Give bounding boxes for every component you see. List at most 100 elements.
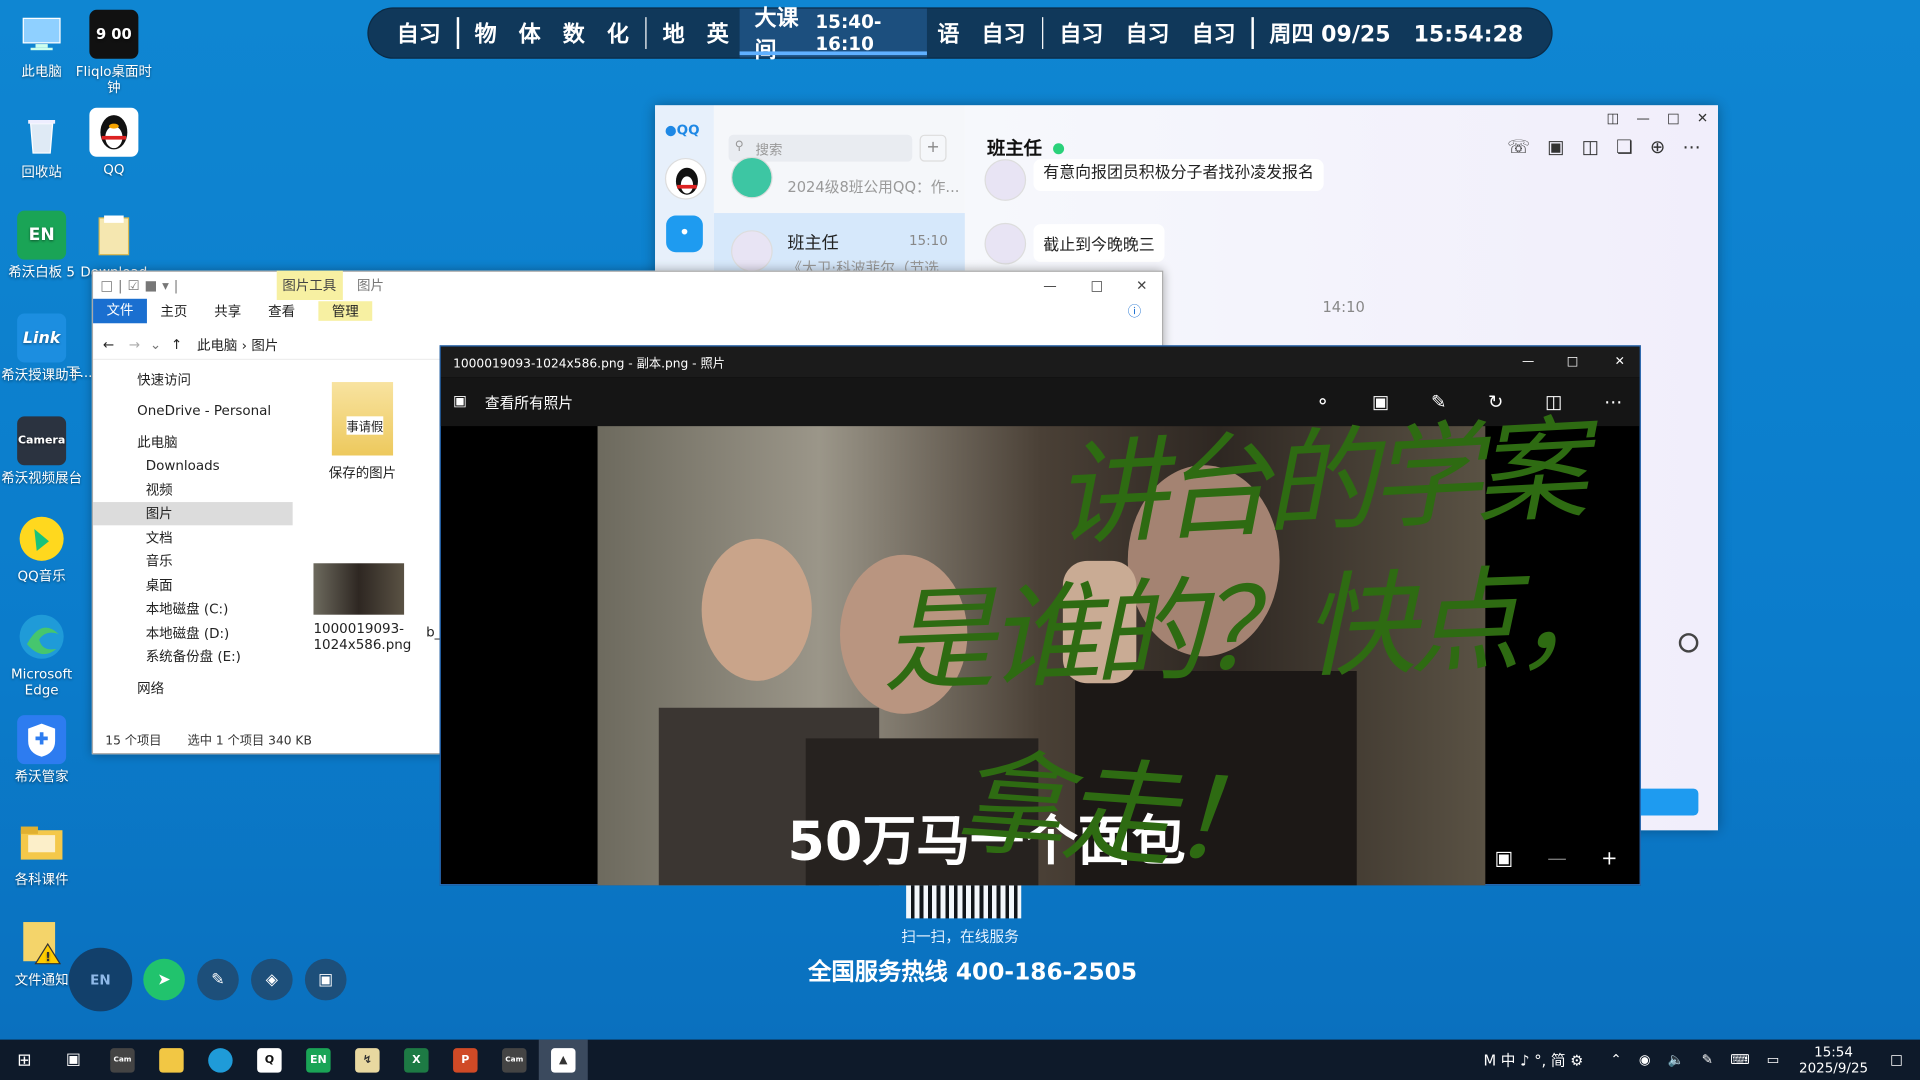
taskbar: ⊞ ▣ Cam Q EN ↯ X P Cam ▲ M 中 ♪ °, 简 ⚙ ⌃ … <box>0 1039 1920 1080</box>
history-clock-icon[interactable] <box>1678 633 1699 653</box>
close-icon[interactable]: ✕ <box>1615 355 1625 368</box>
start-button[interactable]: ⊞ <box>0 1040 49 1080</box>
taskbar-app-excel[interactable]: X <box>392 1040 441 1080</box>
photos-window[interactable]: 1000019093-1024x586.png - 副本.png - 照片 — … <box>439 345 1641 886</box>
picture-tools-tab[interactable]: 图片工具 <box>276 270 343 301</box>
forward-arrow-icon[interactable]: → <box>129 337 140 353</box>
screen-share-icon[interactable]: ◫ <box>1582 136 1599 158</box>
close-icon[interactable]: ✕ <box>1697 110 1708 126</box>
nav-item-quick-access[interactable]: 快速访问 <box>93 367 293 391</box>
maximize-icon[interactable]: □ <box>1667 110 1680 126</box>
more-icon[interactable]: ⋯ <box>1682 136 1700 158</box>
task-view-button[interactable]: ▣ <box>49 1040 98 1080</box>
file-item-image[interactable]: 1000019093-1024x586.png <box>313 563 411 653</box>
keyboard-icon[interactable]: ⌨ <box>1730 1052 1749 1068</box>
nav-item-pictures[interactable]: 图片 <box>93 501 293 526</box>
rotate-icon[interactable]: ↻ <box>1488 391 1503 413</box>
up-arrow-icon[interactable]: ↑ <box>171 337 182 353</box>
nav-item-network[interactable]: 网络 <box>93 676 293 700</box>
desktop-icon-fliqlo[interactable]: 9 00 Fliqlo桌面时钟 <box>72 9 155 96</box>
desktop-icon-recycle-bin[interactable]: 回收站 <box>0 110 83 180</box>
eraser-tool-button[interactable]: ◈ <box>251 958 293 1001</box>
send-button[interactable] <box>1634 788 1699 816</box>
screenshot-icon: ▣ <box>318 970 334 989</box>
share-icon[interactable]: ⚬ <box>1315 391 1330 413</box>
nav-item-drive-d[interactable]: 本地磁盘 (D:) <box>93 621 293 645</box>
list-item[interactable]: 班主任 15:10 《大卫·科波菲尔（节选... <box>713 213 965 277</box>
close-icon[interactable]: ✕ <box>1136 277 1147 293</box>
display-icon[interactable]: ▭ <box>1767 1052 1780 1068</box>
maximize-icon[interactable]: □ <box>1091 277 1104 293</box>
explorer-titlebar: □|☑■▾| 图片工具 图片 — □ ✕ <box>93 270 1162 301</box>
see-all-photos-button[interactable]: 查看所有照片 <box>485 392 573 413</box>
screenshot-tool-button[interactable]: ▣ <box>304 958 347 1001</box>
desktop-icon-seewo-camera[interactable]: Camera 希沃视频展台 <box>0 416 83 486</box>
video-call-icon[interactable]: ▣ <box>1547 136 1564 158</box>
edit-pencil-icon[interactable]: ✎ <box>1431 391 1446 413</box>
nav-item-drive-e[interactable]: 系统备份盘 (E:) <box>93 645 293 669</box>
tab-home[interactable]: 主页 <box>147 301 201 321</box>
zoom-in-icon[interactable]: + <box>1601 846 1617 869</box>
qq-user-avatar[interactable] <box>664 157 707 200</box>
taskbar-app-seewo-whiteboard[interactable]: EN <box>294 1040 343 1080</box>
volume-icon[interactable]: 🔈 <box>1668 1052 1685 1068</box>
zoom-out-icon[interactable]: — <box>1547 846 1567 869</box>
taskbar-app-powerpoint[interactable]: P <box>441 1040 490 1080</box>
desktop-icon-qq[interactable]: QQ <box>72 107 155 178</box>
chevron-up-icon[interactable]: ⌃ <box>1610 1052 1621 1068</box>
chevron-down-icon[interactable]: ⌄ <box>150 337 161 353</box>
nav-item-documents[interactable]: 文档 <box>93 525 293 549</box>
desktop-icon-qq-music[interactable]: QQ音乐 <box>0 514 83 584</box>
minimize-icon[interactable]: — <box>1043 277 1056 293</box>
nav-item-onedrive[interactable]: OneDrive - Personal <box>93 399 293 423</box>
add-member-icon[interactable]: ⊕ <box>1650 136 1665 158</box>
qq-messages-tab-icon[interactable]: • <box>666 215 703 253</box>
desktop-icon-this-pc[interactable]: 此电脑 <box>0 10 83 80</box>
pointer-tool-button[interactable]: ➤ <box>143 958 185 1001</box>
minimize-icon[interactable]: — <box>1522 355 1534 368</box>
nav-item-desktop[interactable]: 桌面 <box>93 573 293 597</box>
nav-item-drive-c[interactable]: 本地磁盘 (C:) <box>93 597 293 621</box>
desktop-icon-edge[interactable]: Microsoft Edge <box>0 612 83 698</box>
nav-item-videos[interactable]: 视频 <box>93 478 293 502</box>
taskbar-app-camera-2[interactable]: Cam <box>490 1040 539 1080</box>
tab-file[interactable]: 文件 <box>93 298 147 324</box>
taskbar-app-camera[interactable]: Cam <box>98 1040 147 1080</box>
desktop-icon-seewo-whiteboard[interactable]: EN 希沃白板 5 <box>0 210 83 281</box>
sidebar-toggle-icon[interactable]: ◫ <box>1607 110 1620 126</box>
minimize-icon[interactable]: — <box>1636 110 1649 126</box>
security-shield-icon[interactable]: ◉ <box>1639 1052 1651 1068</box>
delete-icon[interactable]: ◫ <box>1545 391 1562 413</box>
fit-icon[interactable]: ▣ <box>1494 846 1513 869</box>
nav-item-music[interactable]: 音乐 <box>93 549 293 573</box>
desktop-icon-courseware[interactable]: 各科课件 <box>0 818 83 888</box>
qq-add-button[interactable]: + <box>919 134 947 162</box>
more-icon[interactable]: ⋯ <box>1604 391 1622 413</box>
maximize-icon[interactable]: □ <box>1567 355 1579 368</box>
help-icon[interactable]: ⓘ <box>1114 301 1154 321</box>
nav-item-downloads[interactable]: Downloads <box>93 454 293 478</box>
list-item[interactable]: 2024级8班公用QQ：作... <box>714 156 965 214</box>
tab-view[interactable]: 查看 <box>255 301 309 321</box>
taskbar-app-edge[interactable] <box>196 1040 245 1080</box>
tab-manage[interactable]: 管理 <box>318 301 373 321</box>
seewo-toolbar-home[interactable]: EN <box>68 947 133 1012</box>
tab-share[interactable]: 共享 <box>201 301 255 321</box>
ime-indicator[interactable]: M 中 ♪ °, 简 ⚙ <box>1483 1049 1583 1070</box>
back-arrow-icon[interactable]: ← <box>103 337 114 353</box>
desktop-icon-seewo-guard[interactable]: 希沃管家 <box>0 715 83 785</box>
remote-assist-icon[interactable]: ❏ <box>1616 136 1632 158</box>
taskbar-app-explorer[interactable] <box>147 1040 196 1080</box>
pen-tool-button[interactable]: ✎ <box>197 958 239 1001</box>
pen-input-icon[interactable]: ✎ <box>1702 1052 1713 1068</box>
taskbar-app-photos[interactable]: ▲ <box>538 1039 588 1080</box>
slideshow-icon[interactable]: ▣ <box>1372 391 1389 413</box>
file-item-folder[interactable]: 事请假 保存的图片 <box>318 382 406 482</box>
notification-icon[interactable]: □ <box>1890 1052 1903 1068</box>
taskbar-app-qq[interactable]: Q <box>245 1040 294 1080</box>
qq-bell-icon: ● <box>664 122 677 139</box>
taskbar-app-flash[interactable]: ↯ <box>343 1040 392 1080</box>
phone-icon[interactable]: ☏ <box>1507 136 1530 158</box>
nav-item-this-pc[interactable]: 此电脑 <box>93 430 293 454</box>
clock[interactable]: 15:54 2025/9/25 <box>1799 1044 1868 1076</box>
